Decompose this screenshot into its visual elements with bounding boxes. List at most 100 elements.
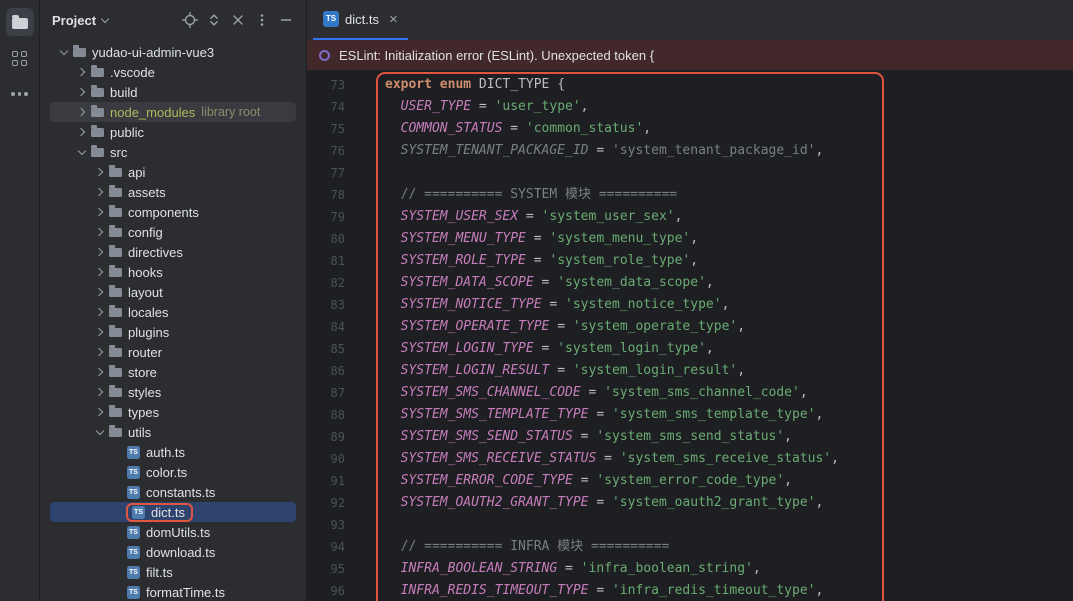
chevron-right-icon[interactable] — [92, 404, 108, 420]
tree-item-src[interactable]: src — [50, 142, 296, 162]
locate-file-button[interactable] — [178, 8, 202, 32]
tree-item-download-ts[interactable]: TSdownload.ts — [50, 542, 296, 562]
code-text: // ========== SYSTEM 模块 ========== — [361, 184, 677, 206]
code-line-78[interactable]: 78 // ========== SYSTEM 模块 ========== — [307, 184, 1073, 206]
code-line-86[interactable]: 86 SYSTEM_LOGIN_RESULT = 'system_login_r… — [307, 360, 1073, 382]
code-line-94[interactable]: 94 // ========== INFRA 模块 ========== — [307, 536, 1073, 558]
tree-item-label: src — [110, 145, 127, 160]
tree-item-config[interactable]: config — [50, 222, 296, 242]
code-line-93[interactable]: 93 — [307, 514, 1073, 536]
tree-item-layout[interactable]: layout — [50, 282, 296, 302]
chevron-right-icon[interactable] — [92, 344, 108, 360]
tree-item-dict-ts[interactable]: TSdict.ts — [50, 502, 296, 522]
code-text: INFRA_REDIS_TIMEOUT_TYPE = 'infra_redis_… — [361, 580, 823, 601]
code-line-75[interactable]: 75 COMMON_STATUS = 'common_status', — [307, 118, 1073, 140]
line-number: 74 — [307, 96, 361, 118]
chevron-down-icon[interactable] — [98, 13, 112, 27]
tree-item-label: domUtils.ts — [146, 525, 210, 540]
chevron-right-icon[interactable] — [74, 84, 90, 100]
code-line-92[interactable]: 92 SYSTEM_OAUTH2_GRANT_TYPE = 'system_oa… — [307, 492, 1073, 514]
code-line-82[interactable]: 82 SYSTEM_DATA_SCOPE = 'system_data_scop… — [307, 272, 1073, 294]
tree-item-api[interactable]: api — [50, 162, 296, 182]
tree-item-utils[interactable]: utils — [50, 422, 296, 442]
tree-item-label: auth.ts — [146, 445, 185, 460]
code-editor[interactable]: 73export enum DICT_TYPE {74 USER_TYPE = … — [307, 70, 1073, 601]
chevron-right-icon[interactable] — [92, 184, 108, 200]
chevron-right-icon[interactable] — [74, 104, 90, 120]
tree-item-public[interactable]: public — [50, 122, 296, 142]
chevron-right-icon[interactable] — [92, 264, 108, 280]
chevron-down-icon[interactable] — [92, 424, 108, 440]
tree-item-router[interactable]: router — [50, 342, 296, 362]
collapse-all-button[interactable] — [226, 8, 250, 32]
chevron-down-icon[interactable] — [74, 144, 90, 160]
chevron-right-icon[interactable] — [74, 124, 90, 140]
tree-item-hooks[interactable]: hooks — [50, 262, 296, 282]
chevron-right-icon[interactable] — [92, 284, 108, 300]
tree-item-node-modules[interactable]: node_moduleslibrary root — [50, 102, 296, 122]
code-line-76[interactable]: 76 SYSTEM_TENANT_PACKAGE_ID = 'system_te… — [307, 140, 1073, 162]
code-line-96[interactable]: 96 INFRA_REDIS_TIMEOUT_TYPE = 'infra_red… — [307, 580, 1073, 601]
code-line-84[interactable]: 84 SYSTEM_OPERATE_TYPE = 'system_operate… — [307, 316, 1073, 338]
tree-item-assets[interactable]: assets — [50, 182, 296, 202]
code-line-81[interactable]: 81 SYSTEM_ROLE_TYPE = 'system_role_type'… — [307, 250, 1073, 272]
code-line-80[interactable]: 80 SYSTEM_MENU_TYPE = 'system_menu_type'… — [307, 228, 1073, 250]
chevron-right-icon[interactable] — [92, 244, 108, 260]
tree-item-color-ts[interactable]: TScolor.ts — [50, 462, 296, 482]
code-line-89[interactable]: 89 SYSTEM_SMS_SEND_STATUS = 'system_sms_… — [307, 426, 1073, 448]
code-line-85[interactable]: 85 SYSTEM_LOGIN_TYPE = 'system_login_typ… — [307, 338, 1073, 360]
code-text: INFRA_BOOLEAN_STRING = 'infra_boolean_st… — [361, 558, 761, 580]
tree-item-constants-ts[interactable]: TSconstants.ts — [50, 482, 296, 502]
code-line-88[interactable]: 88 SYSTEM_SMS_TEMPLATE_TYPE = 'system_sm… — [307, 404, 1073, 426]
code-line-74[interactable]: 74 USER_TYPE = 'user_type', — [307, 96, 1073, 118]
code-line-87[interactable]: 87 SYSTEM_SMS_CHANNEL_CODE = 'system_sms… — [307, 382, 1073, 404]
tree-item-types[interactable]: types — [50, 402, 296, 422]
code-line-77[interactable]: 77 — [307, 162, 1073, 184]
code-line-95[interactable]: 95 INFRA_BOOLEAN_STRING = 'infra_boolean… — [307, 558, 1073, 580]
typescript-file-icon: TS — [127, 526, 140, 539]
tree-item-store[interactable]: store — [50, 362, 296, 382]
chevron-right-icon[interactable] — [92, 324, 108, 340]
typescript-file-icon: TS — [127, 486, 140, 499]
code-line-90[interactable]: 90 SYSTEM_SMS_RECEIVE_STATUS = 'system_s… — [307, 448, 1073, 470]
chevron-right-icon[interactable] — [92, 384, 108, 400]
project-panel-title[interactable]: Project — [52, 13, 96, 28]
tree-item-plugins[interactable]: plugins — [50, 322, 296, 342]
chevron-down-icon[interactable] — [56, 44, 72, 60]
tree-item-yudao-ui-admin-vue3[interactable]: yudao-ui-admin-vue3 — [50, 42, 296, 62]
chevron-right-icon[interactable] — [92, 224, 108, 240]
more-tool-windows-button[interactable] — [6, 80, 34, 108]
chevron-right-icon[interactable] — [92, 304, 108, 320]
tree-item-directives[interactable]: directives — [50, 242, 296, 262]
line-number: 78 — [307, 184, 361, 206]
folder-icon — [73, 48, 86, 57]
tree-item-styles[interactable]: styles — [50, 382, 296, 402]
code-line-83[interactable]: 83 SYSTEM_NOTICE_TYPE = 'system_notice_t… — [307, 294, 1073, 316]
line-number: 87 — [307, 382, 361, 404]
chevron-right-icon[interactable] — [92, 204, 108, 220]
tree-item-filt-ts[interactable]: TS filt.ts — [50, 562, 296, 582]
chevron-right-icon[interactable] — [74, 64, 90, 80]
project-tool-window-button[interactable] — [6, 8, 34, 36]
panel-options-button[interactable] — [250, 8, 274, 32]
code-line-73[interactable]: 73export enum DICT_TYPE { — [307, 74, 1073, 96]
tree-item-formattime-ts[interactable]: TSformatTime.ts — [50, 582, 296, 601]
tree-item--vscode[interactable]: .vscode — [50, 62, 296, 82]
tree-item-components[interactable]: components — [50, 202, 296, 222]
hide-panel-button[interactable] — [274, 8, 298, 32]
tree-item-auth-ts[interactable]: TSauth.ts — [50, 442, 296, 462]
typescript-file-icon: TS — [127, 566, 140, 579]
tree-item-label: filt.ts — [146, 565, 173, 580]
expand-all-button[interactable] — [202, 8, 226, 32]
code-line-79[interactable]: 79 SYSTEM_USER_SEX = 'system_user_sex', — [307, 206, 1073, 228]
code-line-91[interactable]: 91 SYSTEM_ERROR_CODE_TYPE = 'system_erro… — [307, 470, 1073, 492]
editor-tab-dict-ts[interactable]: TS dict.ts × — [313, 0, 408, 40]
folder-icon — [109, 208, 122, 217]
tree-item-domutils-ts[interactable]: TS domUtils.ts — [50, 522, 296, 542]
chevron-right-icon[interactable] — [92, 364, 108, 380]
close-icon[interactable]: × — [389, 11, 398, 28]
tree-item-locales[interactable]: locales — [50, 302, 296, 322]
chevron-right-icon[interactable] — [92, 164, 108, 180]
tree-item-build[interactable]: build — [50, 82, 296, 102]
structure-tool-window-button[interactable] — [6, 44, 34, 72]
